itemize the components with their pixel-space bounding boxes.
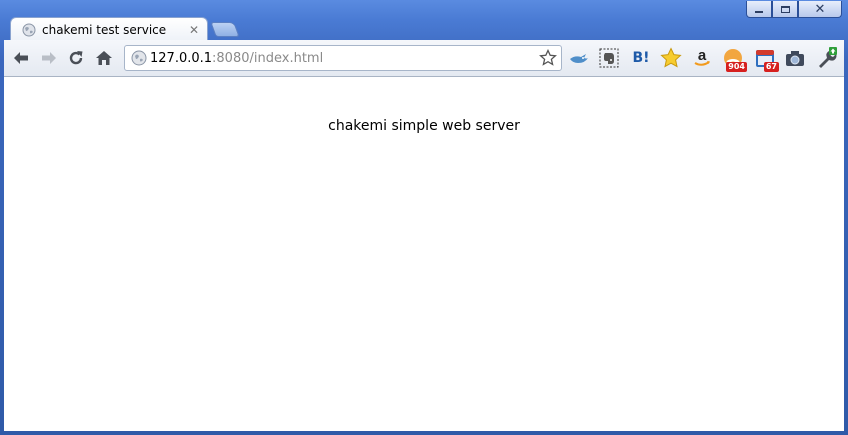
browser-window: ✕ chakemi test service ✕ 127.0.0.1:8080… <box>0 0 848 435</box>
tab-title: chakemi test service <box>42 22 167 37</box>
home-icon <box>96 51 112 65</box>
forward-button[interactable] <box>40 49 58 67</box>
close-icon: ✕ <box>814 1 826 17</box>
page-viewport: chakemi simple web server <box>4 77 844 431</box>
calendar-badge: 67 <box>763 62 779 72</box>
tab-close-icon[interactable]: ✕ <box>189 23 199 37</box>
close-window-button[interactable]: ✕ <box>798 1 842 18</box>
window-controls: ✕ <box>746 1 842 18</box>
globe-icon <box>22 23 36 36</box>
back-button[interactable] <box>12 49 30 67</box>
forward-arrow-icon <box>42 52 56 64</box>
minimize-button[interactable] <box>746 1 772 18</box>
url-host: 127.0.0.1 <box>150 50 213 66</box>
maximize-icon <box>780 5 790 13</box>
home-button[interactable] <box>95 49 113 67</box>
url-path: :8080/index.html <box>212 50 324 66</box>
new-tab-button[interactable] <box>210 22 240 37</box>
toolbar: 127.0.0.1:8080/index.html B! a 904 67 <box>4 40 844 77</box>
reload-button[interactable] <box>67 49 85 67</box>
address-bar[interactable]: 127.0.0.1:8080/index.html <box>124 45 562 71</box>
minimize-icon <box>755 10 763 13</box>
reload-icon <box>69 51 83 65</box>
calendar-icon[interactable]: 67 <box>754 47 779 72</box>
rss-icon[interactable]: 904 <box>722 47 747 72</box>
tab-active[interactable]: chakemi test service ✕ <box>10 17 208 41</box>
svg-text:a: a <box>698 48 707 64</box>
camera-icon[interactable] <box>784 47 806 69</box>
back-arrow-icon <box>14 52 28 64</box>
rss-badge: 904 <box>726 62 747 72</box>
hatena-bookmark-icon[interactable]: B! <box>630 47 652 69</box>
wrench-icon[interactable] <box>816 47 838 69</box>
bird-icon[interactable] <box>568 47 590 69</box>
amazon-icon[interactable]: a <box>691 47 713 69</box>
page-globe-icon <box>131 50 147 66</box>
evernote-icon[interactable] <box>598 47 620 69</box>
maximize-button[interactable] <box>772 1 798 18</box>
page-heading: chakemi simple web server <box>328 118 520 134</box>
star-bookmark-icon[interactable] <box>660 47 682 69</box>
bookmark-star-icon[interactable] <box>539 49 557 67</box>
